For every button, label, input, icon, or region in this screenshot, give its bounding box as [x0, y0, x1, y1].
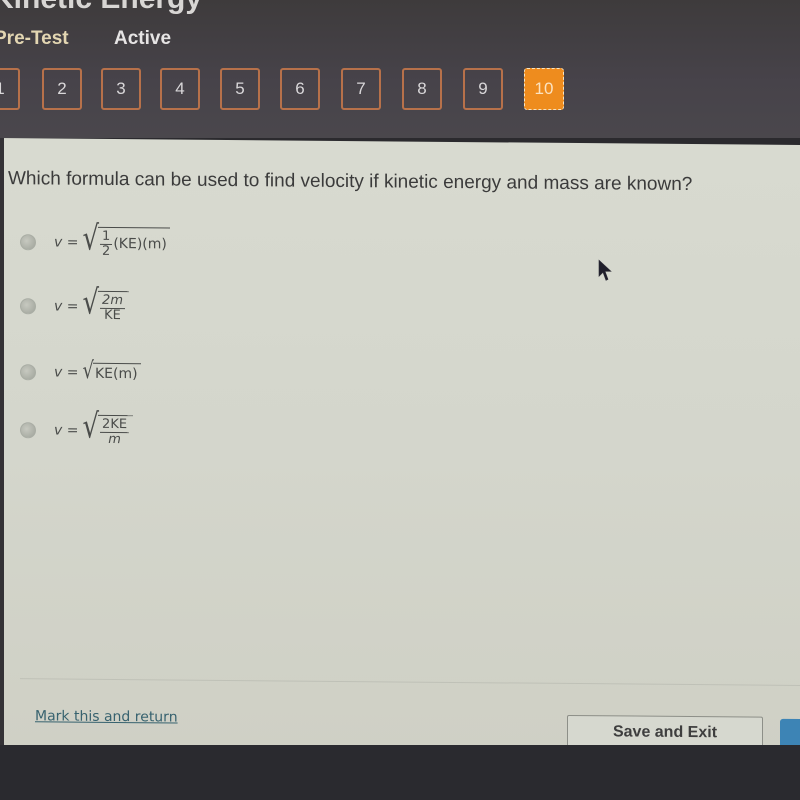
formula: v = √ 2m KE — [54, 283, 129, 323]
formula: v = √ 1 2 (KE)(m) — [54, 219, 170, 259]
header: Kinetic Energy Pre-Test Active 1 2 3 4 5… — [0, 0, 800, 138]
fraction: 1 2 — [100, 228, 113, 259]
radio-button[interactable] — [20, 421, 36, 438]
question-button-10-active[interactable]: 10 — [524, 68, 564, 110]
pretest-label: Pre-Test — [0, 28, 69, 49]
mouse-pointer-icon — [598, 259, 612, 281]
radio-button[interactable] — [20, 363, 36, 380]
formula: v = √ KE(m) — [54, 357, 141, 385]
fraction: 2KE m — [100, 416, 130, 447]
radio-button[interactable] — [20, 233, 36, 250]
question-text: Which formula can be used to find veloci… — [8, 168, 693, 196]
question-panel: Which formula can be used to find veloci… — [0, 138, 800, 756]
radio-button[interactable] — [20, 297, 36, 314]
answer-option-1[interactable]: v = √ 1 2 (KE)(m) — [20, 219, 170, 259]
formula-lhs: v = — [54, 422, 79, 439]
question-button-5[interactable]: 5 — [220, 68, 260, 110]
radical-sign-icon: √ — [82, 283, 100, 323]
question-button-9[interactable]: 9 — [463, 68, 503, 110]
question-nav: 1 2 3 4 5 6 7 8 9 10 — [0, 68, 800, 112]
question-button-6[interactable]: 6 — [280, 68, 320, 110]
mark-and-return-link[interactable]: Mark this and return — [35, 708, 178, 725]
question-button-1[interactable]: 1 — [0, 68, 20, 110]
radicand: KE(m) — [92, 362, 141, 383]
fraction: 2m KE — [100, 292, 125, 323]
answer-option-4[interactable]: v = √ 2KE m — [20, 407, 134, 447]
question-button-4[interactable]: 4 — [160, 68, 200, 110]
status-label: Active — [114, 28, 172, 49]
formula-lhs: v = — [54, 363, 79, 381]
question-button-3[interactable]: 3 — [101, 68, 141, 110]
question-button-8[interactable]: 8 — [402, 68, 442, 110]
question-button-2[interactable]: 2 — [42, 68, 82, 110]
formula: v = √ 2KE m — [54, 407, 134, 447]
question-button-7[interactable]: 7 — [341, 68, 381, 110]
formula-lhs: v = — [54, 298, 79, 315]
square-root: √ 2KE m — [82, 407, 134, 447]
footer-divider — [20, 678, 800, 686]
subnav: Pre-Test Active — [0, 28, 171, 50]
monitor-bezel — [0, 745, 800, 800]
radical-sign-icon: √ — [82, 219, 100, 259]
formula-tail: (KE)(m) — [113, 236, 167, 253]
square-root: √ KE(m) — [82, 357, 141, 385]
square-root: √ 1 2 (KE)(m) — [82, 219, 170, 259]
formula-lhs: v = — [54, 234, 79, 251]
square-root: √ 2m KE — [82, 283, 129, 323]
answer-option-2[interactable]: v = √ 2m KE — [20, 283, 129, 323]
radical-sign-icon: √ — [82, 357, 94, 385]
screen-edge — [0, 138, 4, 758]
lesson-title: Kinetic Energy — [0, 0, 202, 16]
radical-sign-icon: √ — [82, 407, 100, 447]
answer-option-3[interactable]: v = √ KE(m) — [20, 357, 141, 385]
